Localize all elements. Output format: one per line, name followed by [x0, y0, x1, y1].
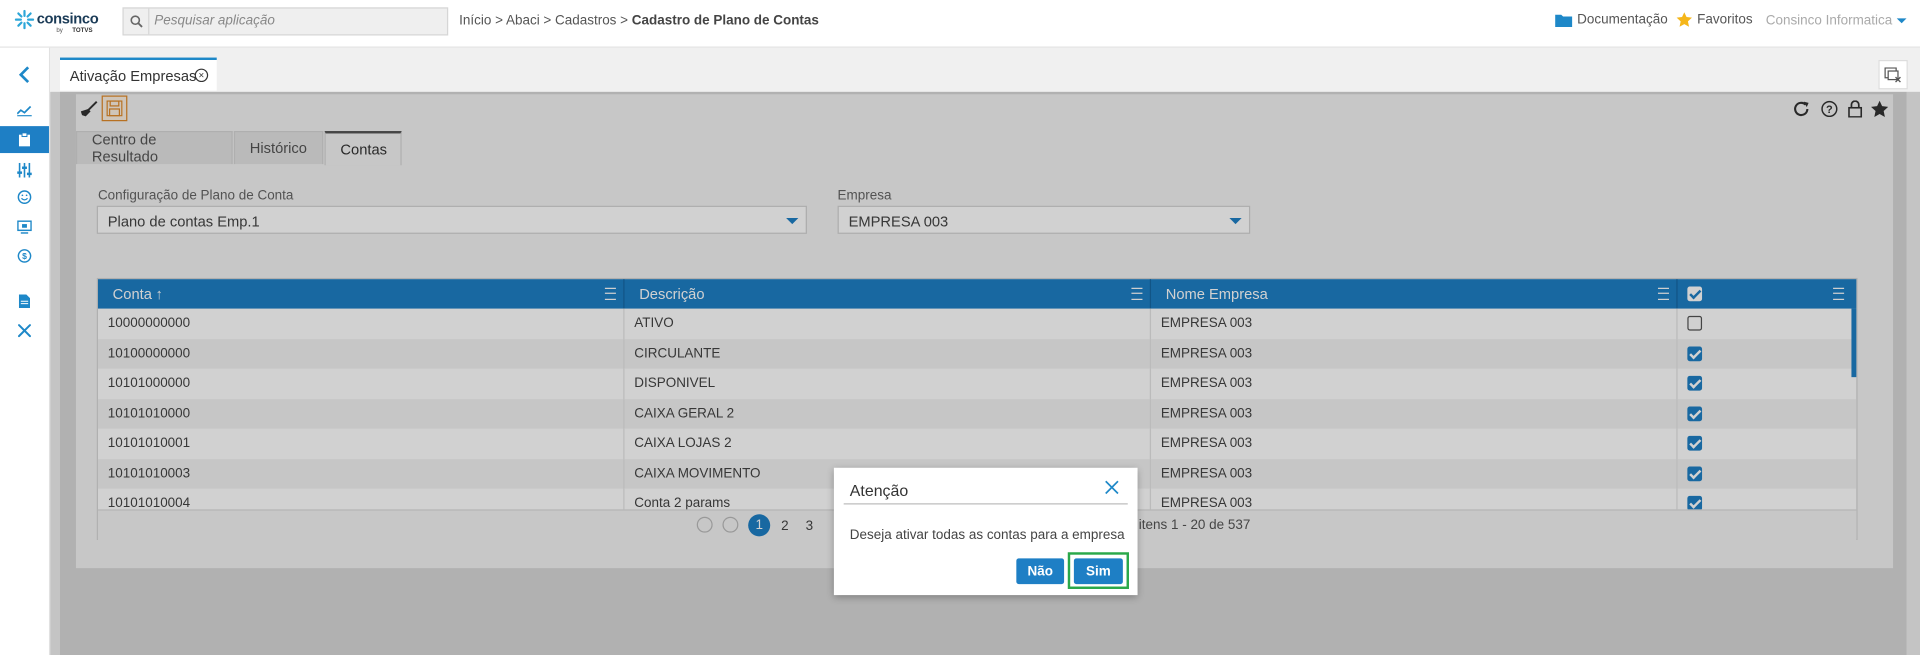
smile-icon [17, 190, 32, 205]
dialog-title: Atenção [849, 481, 909, 500]
breadcrumb-current: Cadastro de Plano de Contas [631, 13, 819, 29]
search-box [122, 7, 449, 36]
breadcrumb: Início > Abaci > Cadastros > Cadastro de… [459, 13, 819, 28]
clipboard-icon [18, 132, 31, 147]
yes-button[interactable]: Sim [1073, 558, 1123, 585]
sidebar-item-cadastros[interactable] [0, 126, 49, 154]
sliders-icon [17, 162, 32, 178]
svg-text:$: $ [22, 251, 27, 261]
page-tab-ativacao-empresas[interactable]: Ativação Empresas × [60, 57, 217, 91]
favorites-link[interactable]: Favoritos [1676, 12, 1753, 27]
chevron-left-icon [18, 66, 30, 83]
brand-by: by [56, 26, 63, 35]
dialog-message: Deseja ativar todas as contas para a emp… [849, 527, 1125, 543]
star-icon [1676, 12, 1692, 27]
close-all-tabs-button[interactable] [1878, 60, 1908, 90]
breadcrumb-path[interactable]: Início > Abaci > Cadastros > [459, 13, 632, 28]
windows-close-icon [1884, 66, 1901, 82]
folder-icon [1555, 14, 1573, 27]
consinco-logo[interactable]: consinco by TOTVS [14, 7, 103, 39]
user-menu[interactable]: Consinco Informatica [1766, 13, 1907, 28]
chevron-down-icon [1897, 18, 1907, 24]
documentation-link[interactable]: Documentação [1555, 12, 1668, 27]
close-icon[interactable] [1103, 479, 1120, 496]
search-icon[interactable] [124, 8, 150, 35]
sidebar-item-support[interactable] [0, 184, 49, 211]
chart-line-icon [17, 105, 32, 117]
user-label: Consinco Informatica [1765, 13, 1893, 29]
close-tab-icon[interactable]: × [194, 68, 209, 83]
sidebar: $ [0, 47, 51, 655]
sidebar-item-settings[interactable] [0, 157, 49, 184]
sidebar-item-tools[interactable] [0, 317, 49, 344]
brand-sub: TOTVS [72, 26, 93, 35]
sidebar-item-documents[interactable] [0, 288, 49, 315]
tools-icon [18, 324, 31, 338]
sidebar-item-finance[interactable]: $ [0, 242, 49, 269]
search-input[interactable] [154, 11, 436, 31]
favorites-label: Favoritos [1697, 12, 1753, 27]
top-bar: consinco by TOTVS Início > Abaci > Cadas… [0, 0, 1920, 48]
document-icon [18, 294, 31, 308]
dialog-divider [843, 503, 1128, 505]
yes-button-highlight: Sim [1067, 552, 1129, 589]
no-button[interactable]: Não [1016, 558, 1065, 585]
sidebar-item-dashboard[interactable] [0, 97, 49, 124]
sidebar-item-monitor[interactable] [0, 213, 49, 240]
logo-mark-icon [14, 9, 35, 30]
documentation-label: Documentação [1577, 12, 1668, 27]
page-tab-label: Ativação Empresas [69, 67, 197, 85]
monitor-icon [17, 219, 32, 234]
sidebar-collapse-button[interactable] [0, 61, 49, 88]
dollar-circle-icon: $ [17, 249, 32, 263]
brand-name: consinco [36, 9, 99, 27]
confirm-dialog: Atenção Deseja ativar todas as contas pa… [833, 467, 1138, 596]
